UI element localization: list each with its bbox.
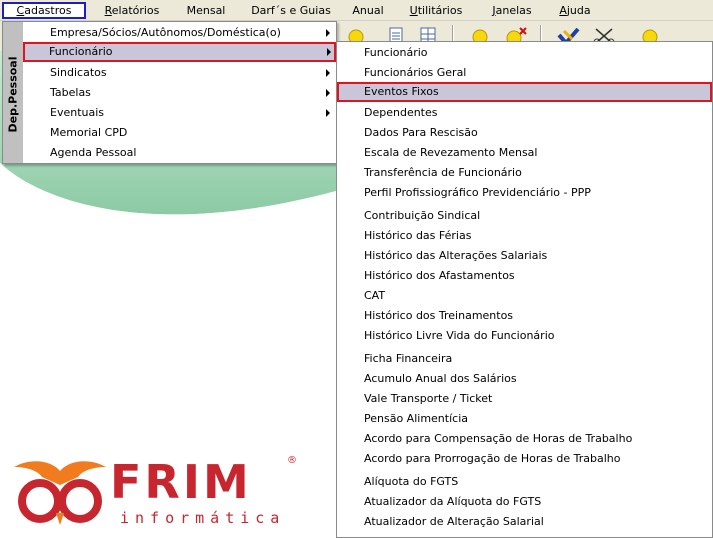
- submenu-item-aliquota-fgts[interactable]: Alíquota do FGTS: [337, 472, 712, 492]
- submenu-item-historico-afastamentos[interactable]: Histórico dos Afastamentos: [337, 266, 712, 286]
- menu-mensal-label: Mensal: [186, 4, 226, 17]
- menu-item-funcionario[interactable]: Funcionário: [23, 42, 336, 62]
- submenu-item-label: Funcionário: [364, 46, 428, 59]
- submenu-item-label: Escala de Revezamento Mensal: [364, 146, 538, 159]
- submenu-item-label: Eventos Fixos: [364, 85, 439, 98]
- cadastros-dropdown: Dep.Pessoal Empresa/Sócios/Autônomos/Dom…: [2, 21, 337, 164]
- submenu-item-dependentes[interactable]: Dependentes: [337, 103, 712, 123]
- submenu-item-label: Histórico dos Afastamentos: [364, 269, 515, 282]
- submenu-arrow-icon: [327, 48, 331, 56]
- menu-item-label: Sindicatos: [50, 66, 107, 79]
- submenu-item-label: Transferência de Funcionário: [364, 166, 522, 179]
- menu-item-tabelas[interactable]: Tabelas: [24, 83, 335, 103]
- submenu-item-vale-transporte[interactable]: Vale Transporte / Ticket: [337, 389, 712, 409]
- submenu-item-label: Histórico Livre Vida do Funcionário: [364, 329, 555, 342]
- submenu-item-label: Dados Para Rescisão: [364, 126, 478, 139]
- submenu-item-historico-treinamentos[interactable]: Histórico dos Treinamentos: [337, 306, 712, 326]
- menu-bar: Cadastros Relatórios Mensal Darf´s e Gui…: [0, 0, 713, 21]
- submenu-item-label: Funcionários Geral: [364, 66, 467, 79]
- dropdown-side-banner: Dep.Pessoal: [3, 22, 23, 163]
- submenu-item-label: Perfil Profissiográfico Previdenciário -…: [364, 186, 591, 199]
- menu-utilitarios[interactable]: Utilitários: [404, 2, 468, 19]
- menu-item-label: Funcionário: [49, 45, 113, 58]
- frim-logo: FRIM ® informática: [12, 455, 302, 533]
- submenu-item-label: Histórico dos Treinamentos: [364, 309, 514, 322]
- submenu-item-label: Alíquota do FGTS: [364, 475, 459, 488]
- menu-janelas-label: Janelas: [492, 4, 532, 17]
- submenu-item-label: Vale Transporte / Ticket: [364, 392, 493, 405]
- submenu-item-label: Acumulo Anual dos Salários: [364, 372, 517, 385]
- submenu-item-label: Dependentes: [364, 106, 438, 119]
- logo-wordmark: FRIM: [110, 455, 252, 509]
- submenu-item-acumulo-anual[interactable]: Acumulo Anual dos Salários: [337, 369, 712, 389]
- menu-item-label: Tabelas: [50, 86, 91, 99]
- menu-anual-label: Anual: [352, 4, 384, 17]
- submenu-item-cat[interactable]: CAT: [337, 286, 712, 306]
- menu-utilitarios-label: Utilitários: [409, 4, 463, 17]
- submenu-item-ficha-financeira[interactable]: Ficha Financeira: [337, 349, 712, 369]
- submenu-item-transferencia[interactable]: Transferência de Funcionário: [337, 163, 712, 183]
- menu-cadastros-label: Cadastros: [16, 4, 72, 17]
- submenu-item-label: Histórico das Alterações Salariais: [364, 249, 548, 262]
- menu-mensal[interactable]: Mensal: [180, 2, 232, 19]
- submenu-item-historico-livre-vida[interactable]: Histórico Livre Vida do Funcionário: [337, 326, 712, 346]
- submenu-item-label: Acordo para Prorrogação de Horas de Trab…: [364, 452, 621, 465]
- submenu-item-historico-ferias[interactable]: Histórico das Férias: [337, 226, 712, 246]
- menu-anual[interactable]: Anual: [346, 2, 390, 19]
- submenu-item-atualizador-aliquota[interactable]: Atualizador da Alíquota do FGTS: [337, 492, 712, 512]
- menu-item-empresa[interactable]: Empresa/Sócios/Autônomos/Doméstica(o): [24, 23, 335, 43]
- submenu-item-label: Acordo para Compensação de Horas de Trab…: [364, 432, 633, 445]
- submenu-item-label: Ficha Financeira: [364, 352, 453, 365]
- submenu-item-escala-revezamento[interactable]: Escala de Revezamento Mensal: [337, 143, 712, 163]
- submenu-item-label: Pensão Alimentícia: [364, 412, 468, 425]
- submenu-arrow-icon: [326, 29, 330, 37]
- submenu-item-label: Atualizador de Alteração Salarial: [364, 515, 544, 528]
- submenu-item-funcionario[interactable]: Funcionário: [337, 43, 712, 63]
- side-banner-label: Dep.Pessoal: [6, 56, 20, 133]
- menu-item-label: Agenda Pessoal: [50, 146, 137, 159]
- submenu-item-contribuicao-sindical[interactable]: Contribuição Sindical: [337, 206, 712, 226]
- submenu-item-funcionarios-geral[interactable]: Funcionários Geral: [337, 63, 712, 83]
- logo-registered-mark: ®: [287, 455, 297, 466]
- submenu-arrow-icon: [326, 89, 330, 97]
- menu-relatorios[interactable]: Relatórios: [98, 2, 166, 19]
- menu-item-agenda-pessoal[interactable]: Agenda Pessoal: [24, 143, 335, 163]
- menu-item-memorial-cpd[interactable]: Memorial CPD: [24, 123, 335, 143]
- menu-ajuda[interactable]: Ajuda: [554, 2, 596, 19]
- submenu-item-eventos-fixos[interactable]: Eventos Fixos: [337, 82, 712, 102]
- submenu-item-acordo-prorrogacao[interactable]: Acordo para Prorrogação de Horas de Trab…: [337, 449, 712, 469]
- menu-darf-guias[interactable]: Darf´s e Guias: [246, 2, 336, 19]
- menu-item-sindicatos[interactable]: Sindicatos: [24, 63, 335, 83]
- submenu-item-historico-alteracoes[interactable]: Histórico das Alterações Salariais: [337, 246, 712, 266]
- menu-item-eventuais[interactable]: Eventuais: [24, 103, 335, 123]
- menu-cadastros[interactable]: Cadastros: [2, 2, 86, 19]
- menu-janelas[interactable]: Janelas: [486, 2, 538, 19]
- logo-subtitle: informática: [120, 509, 286, 527]
- submenu-item-acordo-compensacao[interactable]: Acordo para Compensação de Horas de Trab…: [337, 429, 712, 449]
- menu-ajuda-label: Ajuda: [559, 4, 591, 17]
- submenu-item-label: Atualizador da Alíquota do FGTS: [364, 495, 542, 508]
- owl-logo-icon: [14, 461, 106, 525]
- submenu-item-ppp[interactable]: Perfil Profissiográfico Previdenciário -…: [337, 183, 712, 203]
- menu-relatorios-label: Relatórios: [104, 4, 160, 17]
- menu-item-label: Empresa/Sócios/Autônomos/Doméstica(o): [50, 26, 281, 39]
- submenu-item-label: Contribuição Sindical: [364, 209, 481, 222]
- menu-item-label: Memorial CPD: [50, 126, 128, 139]
- submenu-item-label: CAT: [364, 289, 386, 302]
- menu-darf-guias-label: Darf´s e Guias: [251, 4, 331, 17]
- submenu-item-atualizador-alteracao[interactable]: Atualizador de Alteração Salarial: [337, 512, 712, 532]
- funcionario-submenu: Funcionário Funcionários Geral Eventos F…: [336, 41, 713, 538]
- submenu-item-pensao-alimenticia[interactable]: Pensão Alimentícia: [337, 409, 712, 429]
- submenu-item-label: Histórico das Férias: [364, 229, 472, 242]
- menu-item-label: Eventuais: [50, 106, 105, 119]
- submenu-arrow-icon: [326, 109, 330, 117]
- submenu-arrow-icon: [326, 69, 330, 77]
- submenu-item-dados-rescisao[interactable]: Dados Para Rescisão: [337, 123, 712, 143]
